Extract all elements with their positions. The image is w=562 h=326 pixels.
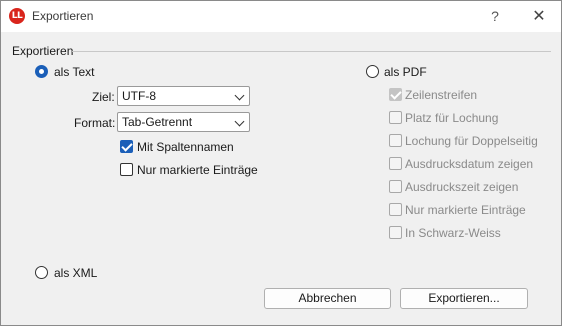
export-button[interactable]: Exportieren... xyxy=(400,288,528,309)
ziel-select[interactable]: UTF-8 xyxy=(117,86,250,106)
pdf-option-label: Ausdrucksdatum zeigen xyxy=(405,157,534,171)
group-label-exportieren: Exportieren xyxy=(12,44,74,58)
nur-markierte-checkbox[interactable] xyxy=(120,163,133,176)
close-button[interactable]: ✕ xyxy=(525,1,553,32)
group-divider xyxy=(72,51,551,52)
pdf-option-checkbox[interactable] xyxy=(389,226,402,239)
radio-als-xml-label[interactable]: als XML xyxy=(54,266,97,280)
radio-als-pdf-label[interactable]: als PDF xyxy=(384,65,427,79)
pdf-option-label: Lochung für Doppelseitig xyxy=(405,134,538,148)
ziel-select-value: UTF-8 xyxy=(122,89,156,103)
pdf-option-label: Nur markierte Einträge xyxy=(405,203,526,217)
pdf-option-label: Platz für Lochung xyxy=(405,111,499,125)
title-bar: LL Exportieren ? ✕ xyxy=(1,1,561,32)
chevron-down-icon xyxy=(234,90,245,101)
format-select[interactable]: Tab-Getrennt xyxy=(117,112,250,132)
chevron-down-icon xyxy=(234,116,245,127)
format-label: Format: xyxy=(74,116,116,130)
radio-als-xml[interactable] xyxy=(35,266,48,279)
mit-spaltennamen-label[interactable]: Mit Spaltennamen xyxy=(137,140,234,154)
mit-spaltennamen-checkbox[interactable] xyxy=(120,140,133,153)
export-dialog: LL Exportieren ? ✕ Exportieren als Text … xyxy=(0,0,562,326)
pdf-option-label: Zeilenstreifen xyxy=(405,88,478,102)
cancel-button[interactable]: Abbrechen xyxy=(264,288,391,309)
pdf-option-label: In Schwarz-Weiss xyxy=(405,226,501,240)
pdf-option-checkbox[interactable] xyxy=(389,203,402,216)
radio-als-text[interactable] xyxy=(35,65,48,78)
window-title: Exportieren xyxy=(32,9,94,23)
pdf-option-checkbox[interactable] xyxy=(389,111,402,124)
pdf-option-label: Ausdruckszeit zeigen xyxy=(405,180,519,194)
help-button[interactable]: ? xyxy=(481,1,509,32)
pdf-option-checkbox[interactable] xyxy=(389,88,402,101)
format-select-value: Tab-Getrennt xyxy=(122,115,193,129)
nur-markierte-label[interactable]: Nur markierte Einträge xyxy=(137,163,258,177)
radio-als-pdf[interactable] xyxy=(366,65,379,78)
pdf-option-checkbox[interactable] xyxy=(389,134,402,147)
app-logo-icon: LL xyxy=(9,8,25,24)
ziel-label: Ziel: xyxy=(92,90,115,104)
pdf-option-checkbox[interactable] xyxy=(389,180,402,193)
radio-als-text-label[interactable]: als Text xyxy=(54,65,94,79)
pdf-option-checkbox[interactable] xyxy=(389,157,402,170)
